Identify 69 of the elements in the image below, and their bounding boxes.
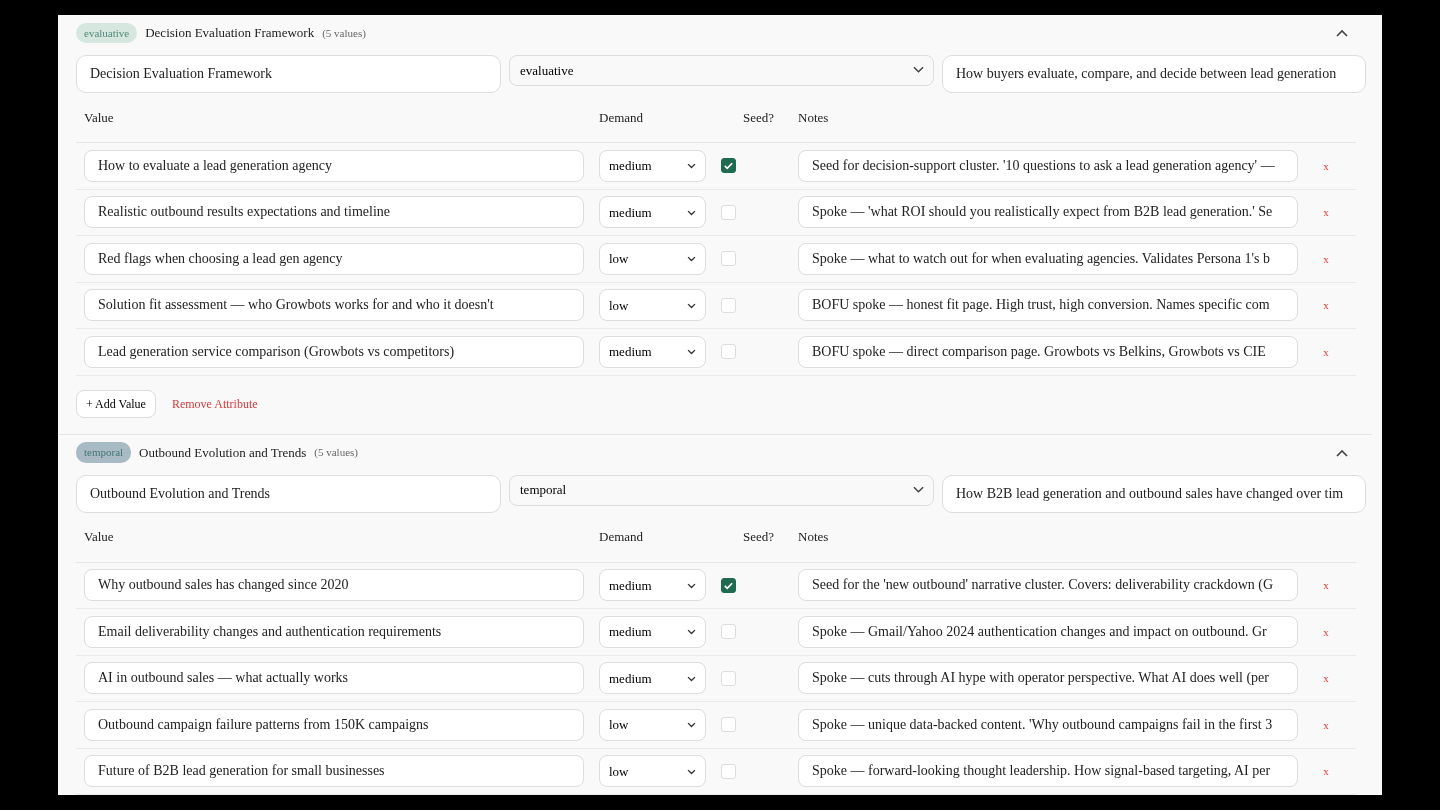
demand-select[interactable]: medium	[599, 569, 706, 602]
demand-select[interactable]: medium	[599, 662, 706, 695]
remove-value-button[interactable]: x	[1323, 763, 1329, 780]
demand-select[interactable]: low	[599, 755, 706, 788]
value-count: (5 values)	[314, 445, 358, 461]
attribute-title: Decision Evaluation Framework	[145, 24, 315, 43]
value-field[interactable]: Solution fit assessment — who Growbots works for and who it doesn't	[84, 289, 584, 322]
column-header: Notes	[798, 108, 830, 127]
collapse-chevron-icon[interactable]	[1336, 29, 1348, 37]
remove-value-button[interactable]: x	[1323, 623, 1329, 640]
category-tag: temporal	[76, 442, 132, 463]
value-field[interactable]: AI in outbound sales — what actually works	[84, 662, 584, 695]
name-field[interactable]: Outbound Evolution and Trends	[76, 474, 501, 513]
category-select[interactable]: evaluative	[509, 55, 934, 86]
remove-value-button[interactable]: x	[1323, 670, 1329, 687]
value-field[interactable]: Realistic outbound results expectations and timeline	[84, 196, 584, 229]
column-header: Value	[84, 108, 115, 127]
caret-icon	[913, 66, 924, 74]
description-field[interactable]: How buyers evaluate, compare, and decide between lead generation	[942, 55, 1366, 93]
remove-value-button[interactable]: x	[1323, 297, 1329, 314]
notes-field[interactable]: Spoke — 'what ROI should you realistically expect from B2B lead generation.' Se	[798, 196, 1298, 229]
demand-select[interactable]: medium	[599, 615, 706, 648]
value-field[interactable]: Lead generation service comparison (Growbots vs competitors)	[84, 335, 584, 368]
column-header: Seed?	[742, 528, 776, 547]
remove-value-button[interactable]: x	[1323, 716, 1329, 733]
category-tag: evaluative	[76, 22, 138, 44]
demand-select[interactable]: low	[599, 289, 706, 322]
description-field[interactable]: How B2B lead generation and outbound sales have changed over tim	[942, 474, 1366, 513]
value-field[interactable]: Outbound campaign failure patterns from 150K campaigns	[84, 708, 584, 741]
name-field[interactable]: Decision Evaluation Framework	[76, 55, 501, 93]
check-icon	[723, 160, 734, 172]
attribute-title: Outbound Evolution and Trends	[139, 443, 307, 462]
value-field[interactable]: Email deliverability changes and authentication requirements	[84, 615, 584, 648]
notes-field[interactable]: Seed for the 'new outbound' narrative cluster. Covers: deliverability crackdown (G	[798, 569, 1298, 602]
add-value-button[interactable]: + Add Value	[76, 389, 156, 418]
remove-value-button[interactable]: x	[1323, 250, 1329, 267]
notes-field[interactable]: Seed for decision-support cluster. '10 questions to ask a lead generation agency' —	[798, 149, 1298, 182]
column-header: Value	[84, 528, 115, 547]
demand-select[interactable]: medium	[599, 196, 706, 229]
demand-select[interactable]: medium	[599, 149, 706, 182]
seed-checkbox[interactable]	[721, 577, 736, 593]
notes-field[interactable]: Spoke — cuts through AI hype with operator perspective. What AI does well (per	[798, 662, 1298, 695]
notes-field[interactable]: Spoke — unique data-backed content. 'Why outbound campaigns fail in the first 3	[798, 708, 1298, 741]
demand-select[interactable]: medium	[599, 335, 706, 368]
column-header: Seed?	[742, 108, 776, 127]
remove-value-button[interactable]: x	[1323, 157, 1329, 174]
demand-select[interactable]: low	[599, 708, 706, 741]
notes-field[interactable]: Spoke — forward-looking thought leadership. How signal-based targeting, AI per	[798, 755, 1298, 788]
value-field[interactable]: Future of B2B lead generation for small businesses	[84, 755, 584, 788]
caret-icon	[913, 485, 924, 494]
notes-field[interactable]: BOFU spoke — direct comparison page. Growbots vs Belkins, Growbots vs CIE	[798, 335, 1298, 368]
collapse-chevron-icon[interactable]	[1336, 448, 1348, 457]
remove-value-button[interactable]: x	[1323, 577, 1329, 594]
value-field[interactable]: How to evaluate a lead generation agency	[84, 149, 584, 182]
value-field[interactable]: Why outbound sales has changed since 2020	[84, 569, 584, 602]
remove-value-button[interactable]: x	[1323, 343, 1329, 360]
notes-field[interactable]: Spoke — Gmail/Yahoo 2024 authentication changes and impact on outbound. Gr	[798, 615, 1298, 648]
remove-value-button[interactable]: x	[1323, 204, 1329, 221]
column-header: Demand	[599, 108, 645, 127]
seed-checkbox[interactable]	[721, 158, 736, 174]
notes-field[interactable]: Spoke — what to watch out for when evaluating agencies. Validates Persona 1's b	[798, 242, 1298, 275]
remove-attribute-button[interactable]: Remove Attribute	[161, 390, 268, 417]
column-header: Notes	[798, 528, 830, 547]
notes-field[interactable]: BOFU spoke — honest fit page. High trust, high conversion. Names specific com	[798, 289, 1298, 322]
value-field[interactable]: Red flags when choosing a lead gen agency	[84, 242, 584, 275]
demand-select[interactable]: low	[599, 242, 706, 275]
value-count: (5 values)	[322, 25, 366, 41]
column-header: Demand	[599, 528, 645, 547]
category-select[interactable]: temporal	[509, 474, 934, 506]
